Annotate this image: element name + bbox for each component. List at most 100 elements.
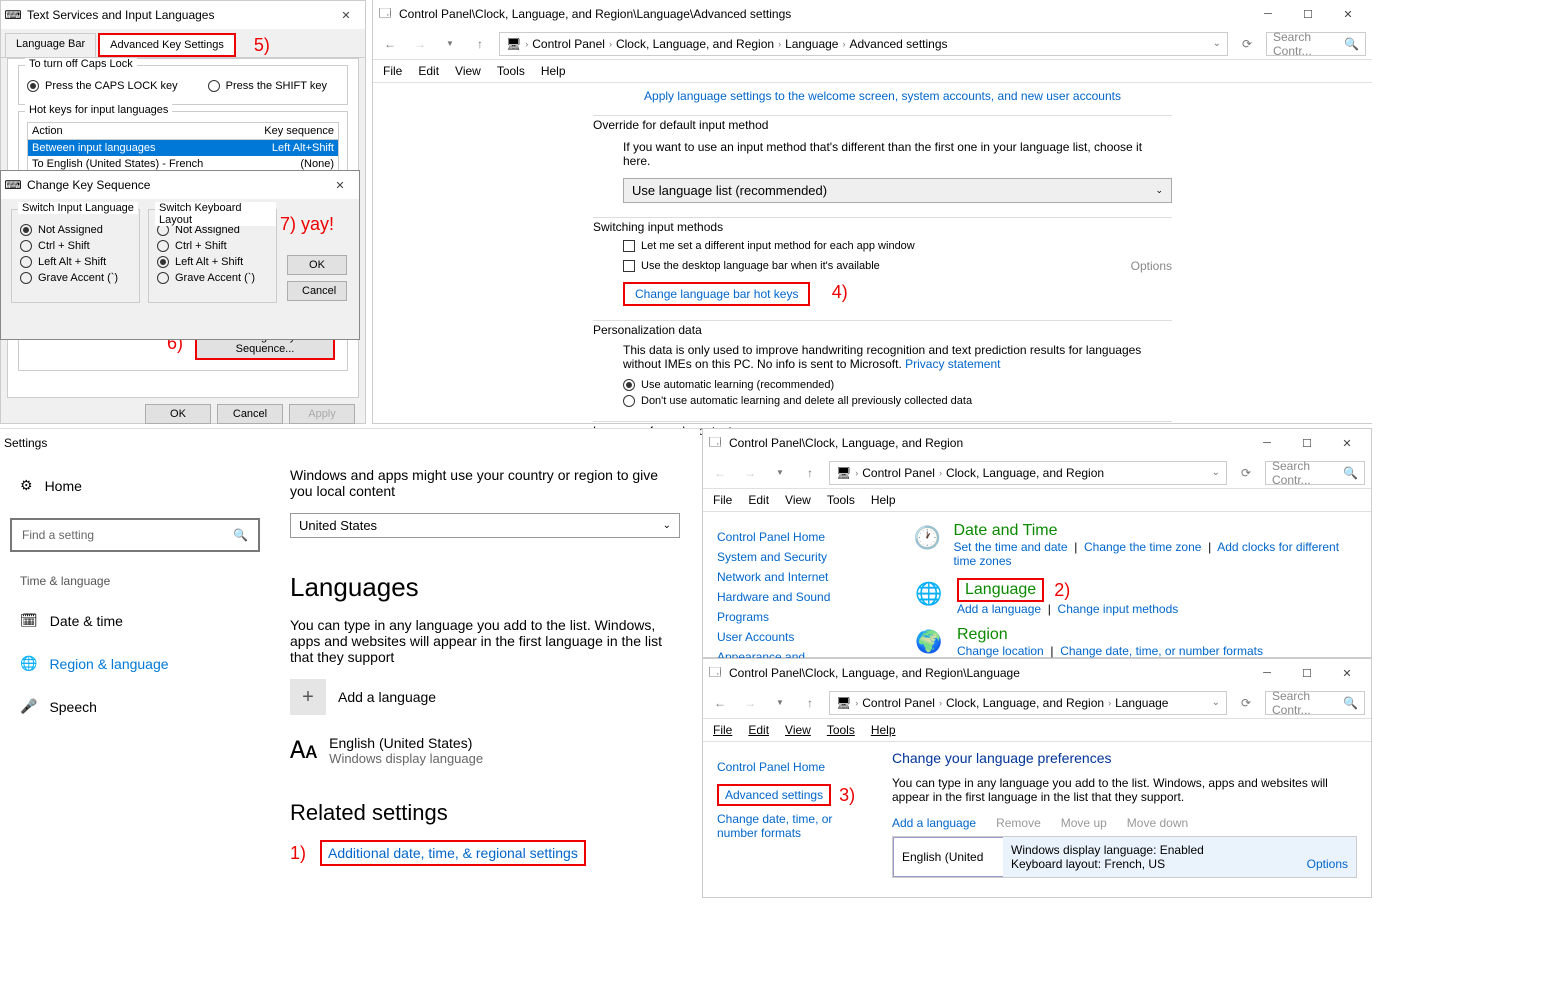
breadcrumb[interactable]: 🖥› Control Panel› Clock, Language, and R… xyxy=(829,461,1227,485)
cp-home-link[interactable]: Control Panel Home xyxy=(717,530,879,544)
forward-button[interactable]: → xyxy=(739,462,761,484)
additional-settings-link[interactable]: Additional date, time, & regional settin… xyxy=(320,840,586,866)
recent-button[interactable]: ▼ xyxy=(439,33,461,55)
crumb-clr[interactable]: Clock, Language, and Region xyxy=(946,466,1104,480)
cancel-button[interactable]: Cancel xyxy=(287,281,347,301)
change-hotkeys-link[interactable]: Change language bar hot keys xyxy=(623,282,810,306)
menu-view[interactable]: View xyxy=(785,493,811,507)
radio-auto-learn[interactable]: Use automatic learning (recommended) xyxy=(623,379,1172,391)
sidebar-date-time[interactable]: 🗓 Date & time xyxy=(6,602,264,639)
radio-in-grave[interactable]: Grave Accent (`) xyxy=(20,272,131,284)
minimize-button[interactable]: ─ xyxy=(1247,429,1287,457)
radio-in-ctrl-shift[interactable]: Ctrl + Shift xyxy=(20,240,131,252)
chk-desktop-bar[interactable]: Use the desktop language bar when it's a… xyxy=(623,260,1131,272)
menu-file[interactable]: File xyxy=(383,64,402,78)
search-input[interactable]: Search Contr... 🔍 xyxy=(1265,461,1365,485)
up-button[interactable]: ↑ xyxy=(799,462,821,484)
forward-button[interactable]: → xyxy=(739,692,761,714)
language-list-item[interactable]: English (United Windows display language… xyxy=(892,836,1357,878)
maximize-button[interactable]: ☐ xyxy=(1287,659,1327,687)
crumb-advanced[interactable]: Advanced settings xyxy=(849,37,947,51)
crumb-control-panel[interactable]: Control Panel xyxy=(532,37,605,51)
link-change-tz[interactable]: Change the time zone xyxy=(1084,540,1201,554)
refresh-button[interactable]: ⟳ xyxy=(1235,692,1257,714)
chk-per-app[interactable]: Let me set a different input method for … xyxy=(623,240,1172,252)
radio-in-not-assigned[interactable]: Not Assigned xyxy=(20,224,131,236)
close-button[interactable]: ✕ xyxy=(331,1,361,29)
crumb-language[interactable]: Language xyxy=(785,37,838,51)
side-users[interactable]: User Accounts xyxy=(717,630,879,644)
refresh-button[interactable]: ⟳ xyxy=(1235,462,1257,484)
side-system[interactable]: System and Security xyxy=(717,550,879,564)
close-button[interactable]: ✕ xyxy=(1327,659,1367,687)
up-button[interactable]: ↑ xyxy=(799,692,821,714)
cp-home-link[interactable]: Control Panel Home xyxy=(717,760,864,774)
menu-help[interactable]: Help xyxy=(871,723,896,737)
crumb-clr[interactable]: Clock, Language, and Region xyxy=(616,37,774,51)
maximize-button[interactable]: ☐ xyxy=(1287,429,1327,457)
add-language-row[interactable]: + Add a language xyxy=(290,679,680,715)
date-time-heading[interactable]: Date and Time xyxy=(953,522,1351,540)
tb-add-language[interactable]: Add a language xyxy=(892,816,976,830)
menu-view[interactable]: View xyxy=(455,64,481,78)
up-button[interactable]: ↑ xyxy=(469,33,491,55)
menu-file[interactable]: File xyxy=(713,723,732,737)
ok-button[interactable]: OK xyxy=(145,404,211,424)
close-button[interactable]: ✕ xyxy=(1328,0,1368,28)
lang-options-link[interactable]: Options xyxy=(1307,857,1348,871)
minimize-button[interactable]: ─ xyxy=(1248,0,1288,28)
menu-edit[interactable]: Edit xyxy=(748,723,769,737)
menu-help[interactable]: Help xyxy=(871,493,896,507)
language-heading[interactable]: Language xyxy=(957,578,1044,602)
back-button[interactable]: ← xyxy=(709,692,731,714)
radio-lay-ctrl-shift[interactable]: Ctrl + Shift xyxy=(157,240,268,252)
link-change-location[interactable]: Change location xyxy=(957,644,1044,658)
radio-in-left-alt-shift[interactable]: Left Alt + Shift xyxy=(20,256,131,268)
side-programs[interactable]: Programs xyxy=(717,610,879,624)
menu-edit[interactable]: Edit xyxy=(748,493,769,507)
crumb-clr[interactable]: Clock, Language, and Region xyxy=(946,696,1104,710)
link-set-time[interactable]: Set the time and date xyxy=(953,540,1067,554)
privacy-link[interactable]: Privacy statement xyxy=(905,357,1000,371)
maximize-button[interactable]: ☐ xyxy=(1288,0,1328,28)
search-input[interactable]: Search Contr... 🔍 xyxy=(1265,691,1365,715)
cancel-button[interactable]: Cancel xyxy=(217,404,283,424)
back-button[interactable]: ← xyxy=(709,462,731,484)
menu-tools[interactable]: Tools xyxy=(827,723,855,737)
change-formats-link[interactable]: Change date, time, or number formats xyxy=(717,812,864,840)
ok-button[interactable]: OK xyxy=(287,255,347,275)
refresh-button[interactable]: ⟳ xyxy=(1236,33,1258,55)
link-add-language[interactable]: Add a language xyxy=(957,602,1041,616)
tab-language-bar[interactable]: Language Bar xyxy=(5,33,96,57)
menu-file[interactable]: File xyxy=(713,493,732,507)
crumb-cp[interactable]: Control Panel xyxy=(862,696,935,710)
tab-advanced-key[interactable]: Advanced Key Settings xyxy=(98,33,236,57)
sidebar-speech[interactable]: 🎤 Speech xyxy=(6,688,264,725)
language-item-en-us[interactable]: 🗛 English (United States) Windows displa… xyxy=(290,735,680,766)
crumb-language[interactable]: Language xyxy=(1115,696,1168,710)
menu-tools[interactable]: Tools xyxy=(497,64,525,78)
radio-shift[interactable]: Press the SHIFT key xyxy=(208,80,327,92)
menu-tools[interactable]: Tools xyxy=(827,493,855,507)
region-heading[interactable]: Region xyxy=(957,626,1263,644)
radio-capslock[interactable]: Press the CAPS LOCK key xyxy=(27,80,178,92)
radio-lay-left-alt-shift[interactable]: Left Alt + Shift xyxy=(157,256,268,268)
side-network[interactable]: Network and Internet xyxy=(717,570,879,584)
advanced-settings-link[interactable]: Advanced settings xyxy=(717,784,831,806)
breadcrumb[interactable]: 🖥› Control Panel› Clock, Language, and R… xyxy=(829,691,1227,715)
menu-view[interactable]: View xyxy=(785,723,811,737)
override-combo[interactable]: Use language list (recommended) ⌄ xyxy=(623,178,1172,203)
radio-lay-grave[interactable]: Grave Accent (`) xyxy=(157,272,268,284)
side-hardware[interactable]: Hardware and Sound xyxy=(717,590,879,604)
list-row-between[interactable]: Between input languages Left Alt+Shift xyxy=(28,140,338,156)
sidebar-region-language[interactable]: 🌐 Region & language xyxy=(6,645,264,682)
link-change-formats[interactable]: Change date, time, or number formats xyxy=(1060,644,1263,658)
back-button[interactable]: ← xyxy=(379,33,401,55)
recent-button[interactable]: ▼ xyxy=(769,692,791,714)
find-setting-input[interactable]: Find a setting 🔍 xyxy=(10,518,260,552)
radio-no-learn[interactable]: Don't use automatic learning and delete … xyxy=(623,395,1172,407)
minimize-button[interactable]: ─ xyxy=(1247,659,1287,687)
close-button[interactable]: ✕ xyxy=(325,171,355,199)
search-input[interactable]: Search Contr... 🔍 xyxy=(1266,32,1366,56)
sidebar-home[interactable]: ⚙ Home xyxy=(6,467,264,504)
